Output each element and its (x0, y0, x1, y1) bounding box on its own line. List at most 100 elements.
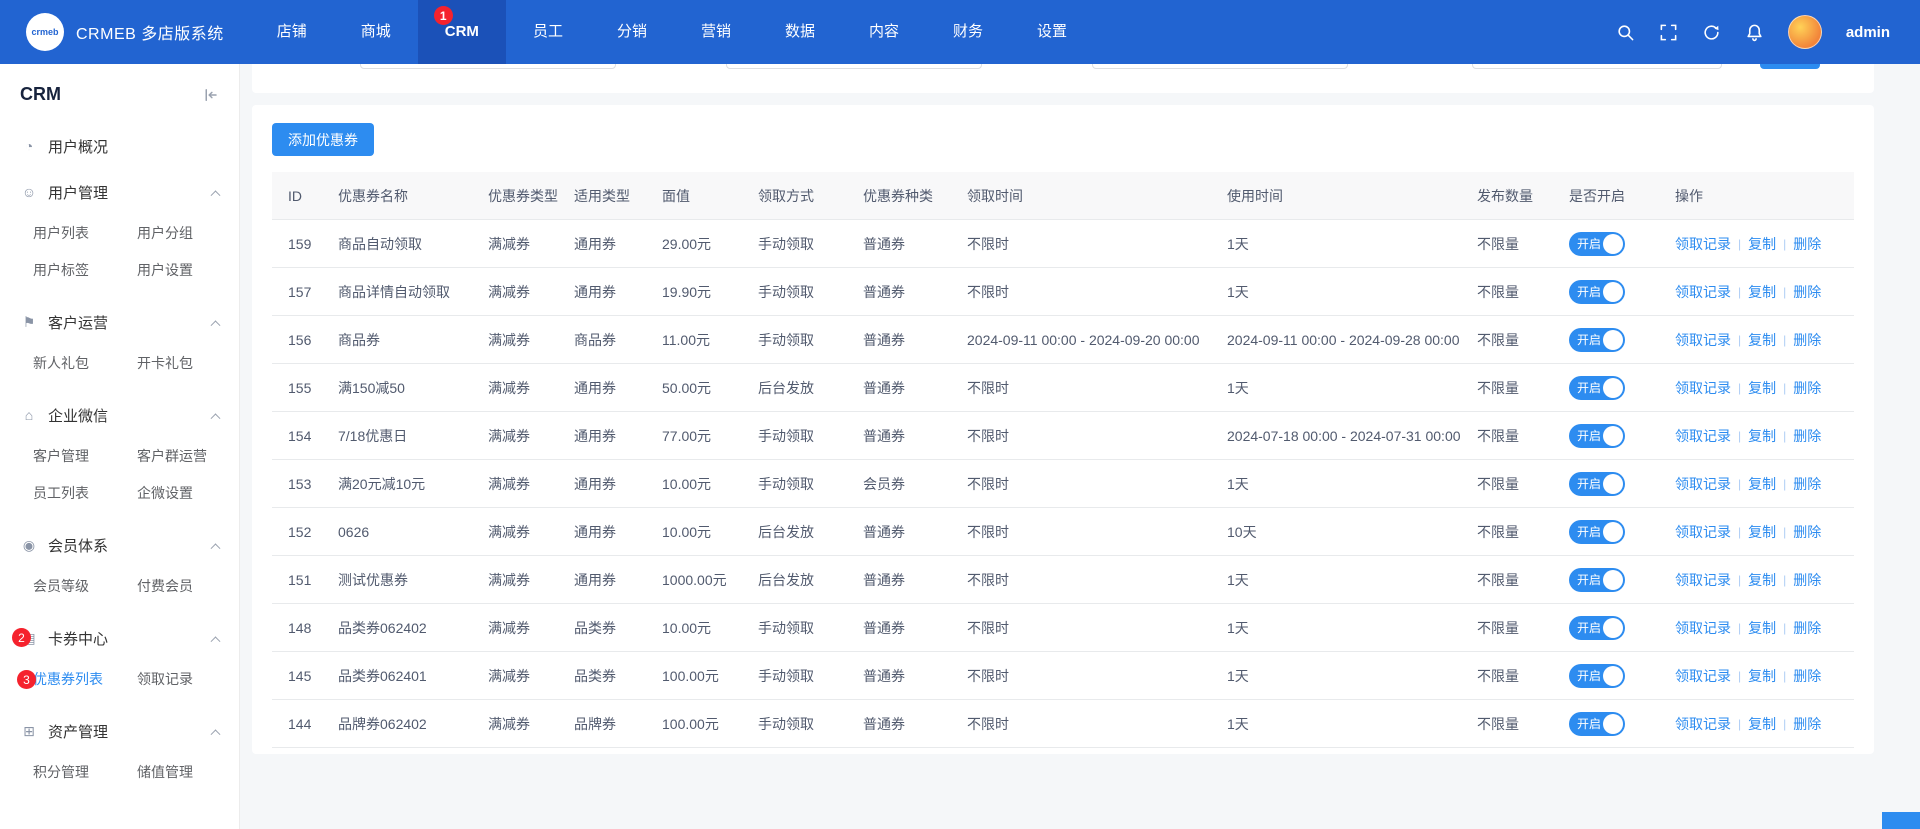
action-link-2[interactable]: 删除 (1793, 474, 1821, 494)
sidebar-item-3-2[interactable]: 员工列表 (33, 475, 137, 512)
sidebar-item-3-0[interactable]: 客户管理 (33, 438, 137, 475)
nav-item-4[interactable]: 分销 (590, 0, 674, 64)
sidebar-item-2-1[interactable]: 开卡礼包 (137, 345, 239, 382)
coupon-enable-toggle[interactable]: 开启 (1569, 472, 1625, 496)
nav-item-3[interactable]: 员工 (506, 0, 590, 64)
action-link-2[interactable]: 删除 (1793, 570, 1821, 590)
cell-use_time: 1天 (1227, 570, 1477, 590)
action-link-2[interactable]: 删除 (1793, 378, 1821, 398)
sidebar-section-3[interactable]: ⌂企业微信 (0, 392, 239, 438)
sidebar-item-6-1[interactable]: 储值管理 (137, 754, 239, 791)
bell-icon[interactable] (1745, 23, 1764, 42)
sidebar-item-2-0[interactable]: 新人礼包 (33, 345, 137, 382)
collapse-sidebar-icon[interactable] (201, 86, 219, 104)
action-link-0[interactable]: 领取记录 (1675, 618, 1731, 638)
avatar[interactable] (1788, 15, 1822, 49)
sidebar-section-6[interactable]: ⊞资产管理 (0, 708, 239, 754)
sidebar-item-label: 企微设置 (137, 485, 193, 501)
action-link-0[interactable]: 领取记录 (1675, 330, 1731, 350)
sidebar-item-4-1[interactable]: 付费会员 (137, 568, 239, 605)
action-link-1[interactable]: 复制 (1748, 570, 1776, 590)
action-link-0[interactable]: 领取记录 (1675, 426, 1731, 446)
nav-item-8[interactable]: 财务 (926, 0, 1010, 64)
nav-item-1[interactable]: 商城 (334, 0, 418, 64)
sidebar-item-1-1[interactable]: 用户分组 (137, 215, 239, 252)
action-link-1[interactable]: 复制 (1748, 282, 1776, 302)
action-link-1[interactable]: 复制 (1748, 522, 1776, 542)
nav-item-0[interactable]: 店铺 (250, 0, 334, 64)
sidebar-item-3-1[interactable]: 客户群运营 (137, 438, 239, 475)
cell-name: 商品详情自动领取 (338, 282, 488, 302)
coupon-enable-toggle[interactable]: 开启 (1569, 520, 1625, 544)
action-link-2[interactable]: 删除 (1793, 618, 1821, 638)
sidebar-item-1-3[interactable]: 用户设置 (137, 252, 239, 289)
sidebar-section-1[interactable]: ☺用户管理 (0, 169, 239, 215)
nav-item-7[interactable]: 内容 (842, 0, 926, 64)
coupon-enable-toggle[interactable]: 开启 (1569, 712, 1625, 736)
action-link-2[interactable]: 删除 (1793, 714, 1821, 734)
nav-item-9[interactable]: 设置 (1010, 0, 1094, 64)
cell-kind: 普通券 (863, 570, 967, 590)
sidebar-item-4-0[interactable]: 会员等级 (33, 568, 137, 605)
action-link-1[interactable]: 复制 (1748, 474, 1776, 494)
action-link-2[interactable]: 删除 (1793, 666, 1821, 686)
coupon-enable-toggle[interactable]: 开启 (1569, 616, 1625, 640)
sidebar-item-3-3[interactable]: 企微设置 (137, 475, 239, 512)
coupon-enable-toggle[interactable]: 开启 (1569, 376, 1625, 400)
cell-use_time: 10天 (1227, 522, 1477, 542)
refresh-icon[interactable] (1702, 23, 1721, 42)
sidebar-section-0[interactable]: ◔用户概况 (0, 123, 239, 169)
action-link-2[interactable]: 删除 (1793, 522, 1821, 542)
nav-item-5[interactable]: 营销 (674, 0, 758, 64)
action-link-1[interactable]: 复制 (1748, 426, 1776, 446)
action-link-1[interactable]: 复制 (1748, 378, 1776, 398)
sidebar-section-label: 会员体系 (48, 535, 108, 556)
coupon-enable-toggle[interactable]: 开启 (1569, 568, 1625, 592)
cell-use_time: 2024-07-18 00:00 - 2024-07-31 00:00 (1227, 428, 1477, 444)
sidebar-section-5[interactable]: 2▤卡券中心 (0, 615, 239, 661)
sidebar-item-6-0[interactable]: 积分管理 (33, 754, 137, 791)
action-link-1[interactable]: 复制 (1748, 234, 1776, 254)
sidebar-item-1-2[interactable]: 用户标签 (33, 252, 137, 289)
action-link-0[interactable]: 领取记录 (1675, 378, 1731, 398)
action-link-0[interactable]: 领取记录 (1675, 282, 1731, 302)
action-link-0[interactable]: 领取记录 (1675, 474, 1731, 494)
nav-item-2[interactable]: CRM1 (418, 0, 506, 64)
sidebar-item-5-1[interactable]: 领取记录 (137, 661, 239, 698)
floating-widget[interactable] (1882, 812, 1920, 829)
cell-apply: 品牌券 (574, 714, 662, 734)
cell-toggle: 开启 (1569, 424, 1675, 448)
action-link-2[interactable]: 删除 (1793, 282, 1821, 302)
search-icon[interactable] (1616, 23, 1635, 42)
coupon-enable-toggle[interactable]: 开启 (1569, 664, 1625, 688)
cell-name: 满20元减10元 (338, 474, 488, 494)
fullscreen-icon[interactable] (1659, 23, 1678, 42)
sidebar-item-5-0[interactable]: 3优惠券列表 (33, 661, 137, 698)
coupon-enable-toggle[interactable]: 开启 (1569, 328, 1625, 352)
action-link-2[interactable]: 删除 (1793, 426, 1821, 446)
action-link-1[interactable]: 复制 (1748, 618, 1776, 638)
sidebar-item-label: 积分管理 (33, 764, 89, 780)
action-link-1[interactable]: 复制 (1748, 666, 1776, 686)
action-link-1[interactable]: 复制 (1748, 330, 1776, 350)
action-link-0[interactable]: 领取记录 (1675, 522, 1731, 542)
action-link-1[interactable]: 复制 (1748, 714, 1776, 734)
coupon-enable-toggle[interactable]: 开启 (1569, 280, 1625, 304)
action-link-0[interactable]: 领取记录 (1675, 714, 1731, 734)
add-coupon-button[interactable]: 添加优惠券 (272, 123, 374, 156)
action-link-0[interactable]: 领取记录 (1675, 666, 1731, 686)
cell-use_time: 1天 (1227, 714, 1477, 734)
sidebar-section-2[interactable]: ⚑客户运营 (0, 299, 239, 345)
admin-username[interactable]: admin (1846, 24, 1890, 41)
coupon-enable-toggle[interactable]: 开启 (1569, 232, 1625, 256)
cell-value: 19.90元 (662, 282, 758, 302)
action-link-0[interactable]: 领取记录 (1675, 234, 1731, 254)
sidebar-item-1-0[interactable]: 用户列表 (33, 215, 137, 252)
nav-item-6[interactable]: 数据 (758, 0, 842, 64)
action-link-2[interactable]: 删除 (1793, 330, 1821, 350)
sidebar-section-label: 用户管理 (48, 182, 108, 203)
action-link-2[interactable]: 删除 (1793, 234, 1821, 254)
action-link-0[interactable]: 领取记录 (1675, 570, 1731, 590)
sidebar-section-4[interactable]: ◉会员体系 (0, 522, 239, 568)
coupon-enable-toggle[interactable]: 开启 (1569, 424, 1625, 448)
